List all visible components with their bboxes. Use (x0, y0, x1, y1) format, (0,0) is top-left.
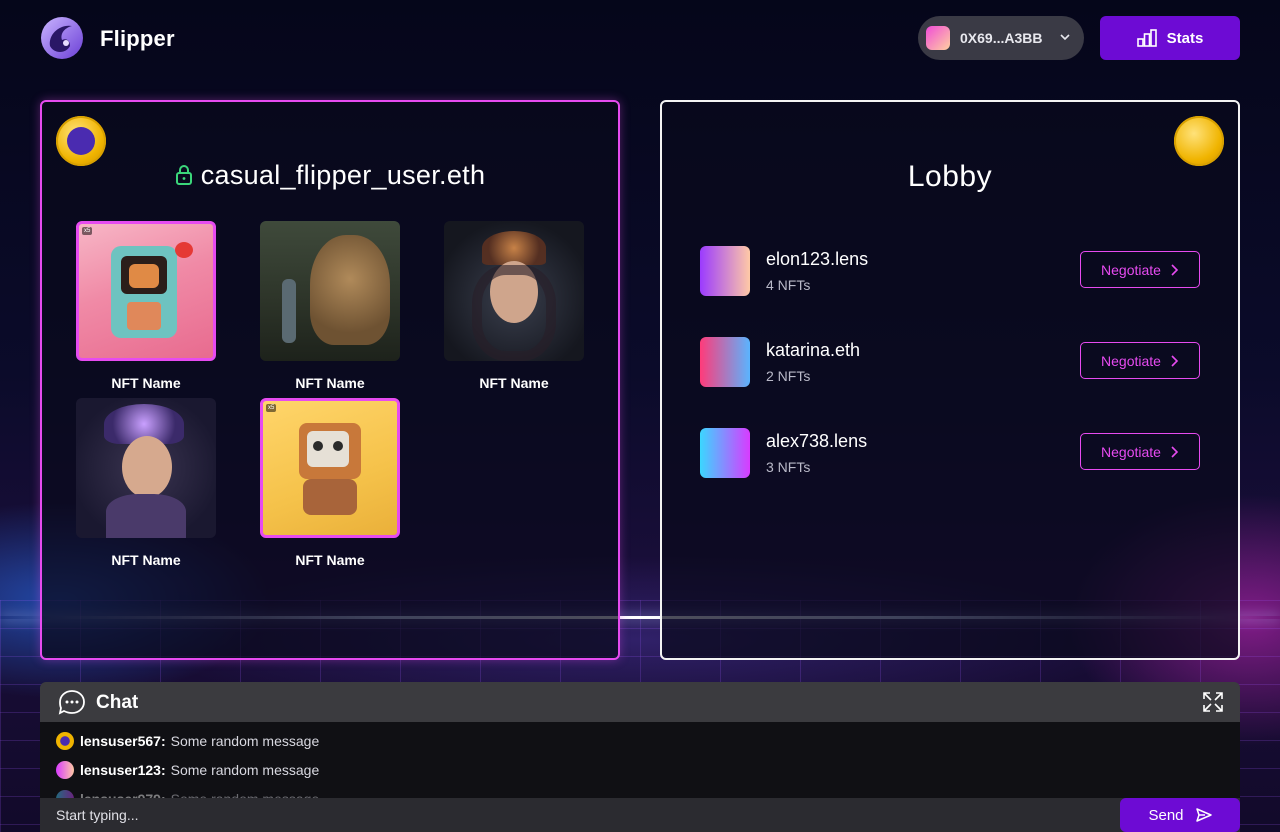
bar-chart-icon (1136, 29, 1157, 47)
nft-card[interactable]: x5 NFT Name (260, 398, 400, 568)
nft-name: NFT Name (111, 552, 181, 568)
chat-title: Chat (96, 692, 139, 713)
lock-icon (175, 165, 192, 185)
wallet-address: 0X69...A3BB (960, 30, 1043, 46)
negotiate-button[interactable]: Negotiate (1080, 433, 1200, 470)
lobby-nft-count: 4 NFTs (766, 277, 811, 293)
chevron-right-icon (1171, 263, 1179, 276)
user-nft-panel: casual_flipper_user.eth x5 NFT Name NFT … (40, 100, 620, 660)
expand-icon[interactable] (1202, 691, 1224, 713)
message-username: lensuser123: (80, 762, 166, 778)
message-avatar (56, 761, 74, 779)
user-avatar (700, 428, 750, 478)
chat-input[interactable] (40, 798, 1120, 832)
lobby-nft-count: 3 NFTs (766, 459, 811, 475)
send-icon (1195, 808, 1212, 822)
nft-card[interactable]: x5 NFT Name (76, 221, 216, 391)
username-text: casual_flipper_user.eth (200, 160, 486, 190)
nft-image (260, 221, 400, 361)
stats-button[interactable]: Stats (1100, 16, 1240, 60)
chat-panel: Chat lensuser567: Some random message le… (40, 682, 1240, 832)
chevron-down-icon (1060, 34, 1070, 41)
message-text: Some random message (170, 733, 320, 749)
lobby-title: Lobby (907, 160, 993, 193)
chat-message: lensuser123: Some random message (56, 761, 319, 779)
lobby-username: katarina.eth (766, 340, 861, 360)
chat-message: lensuser567: Some random message (56, 732, 319, 750)
chat-header: Chat (40, 682, 1240, 722)
wallet-dropdown[interactable]: 0X69...A3BB (918, 16, 1084, 60)
chevron-right-icon (1171, 445, 1179, 458)
chevron-right-icon (1171, 354, 1179, 367)
username-heading: casual_flipper_user.eth (42, 160, 618, 191)
flipper-coin-icon[interactable] (56, 116, 106, 166)
nft-name: NFT Name (111, 375, 181, 391)
lobby-user-row: katarina.eth 2 NFTs Negotiate (700, 336, 1200, 388)
nft-card[interactable]: NFT Name (76, 398, 216, 568)
quantity-badge: x5 (82, 227, 93, 235)
chat-bubble-icon (58, 690, 85, 715)
lobby-user-row: alex738.lens 3 NFTs Negotiate (700, 427, 1200, 479)
nft-name: NFT Name (479, 375, 549, 391)
chat-messages[interactable]: lensuser567: Some random message lensuse… (40, 722, 1240, 802)
nft-image (444, 221, 584, 361)
negotiate-label: Negotiate (1101, 261, 1161, 278)
send-button[interactable]: Send (1120, 798, 1240, 832)
nft-name: NFT Name (295, 375, 365, 391)
stats-label: Stats (1166, 29, 1204, 47)
coin-logo-icon (67, 127, 95, 155)
header: Flipper 0X69...A3BB Stats (40, 16, 1240, 60)
nft-image (76, 398, 216, 538)
nft-card[interactable]: NFT Name (260, 221, 400, 391)
negotiate-label: Negotiate (1101, 352, 1161, 369)
quantity-badge: x5 (266, 404, 277, 412)
coin-icon[interactable] (1174, 116, 1224, 166)
lobby-nft-count: 2 NFTs (766, 368, 811, 384)
nft-image: x5 (76, 221, 216, 361)
lobby-username: elon123.lens (766, 249, 869, 269)
negotiate-button[interactable]: Negotiate (1080, 342, 1200, 379)
user-avatar (700, 246, 750, 296)
send-label: Send (1148, 806, 1184, 824)
flipper-logo-icon[interactable] (40, 16, 84, 60)
nft-card[interactable]: NFT Name (444, 221, 584, 391)
negotiate-label: Negotiate (1101, 443, 1161, 460)
wallet-avatar (926, 26, 950, 50)
negotiate-button[interactable]: Negotiate (1080, 251, 1200, 288)
message-username: lensuser567: (80, 733, 166, 749)
nft-image: x5 (260, 398, 400, 538)
lobby-user-row: elon123.lens 4 NFTs Negotiate (700, 245, 1200, 297)
lobby-panel: Lobby elon123.lens 4 NFTs Negotiate kata… (660, 100, 1240, 660)
lobby-username: alex738.lens (766, 431, 868, 451)
nft-name: NFT Name (295, 552, 365, 568)
message-text: Some random message (170, 762, 320, 778)
message-avatar (56, 732, 74, 750)
chat-input-row: Send (40, 798, 1240, 832)
user-avatar (700, 337, 750, 387)
brand-name: Flipper (100, 26, 175, 51)
